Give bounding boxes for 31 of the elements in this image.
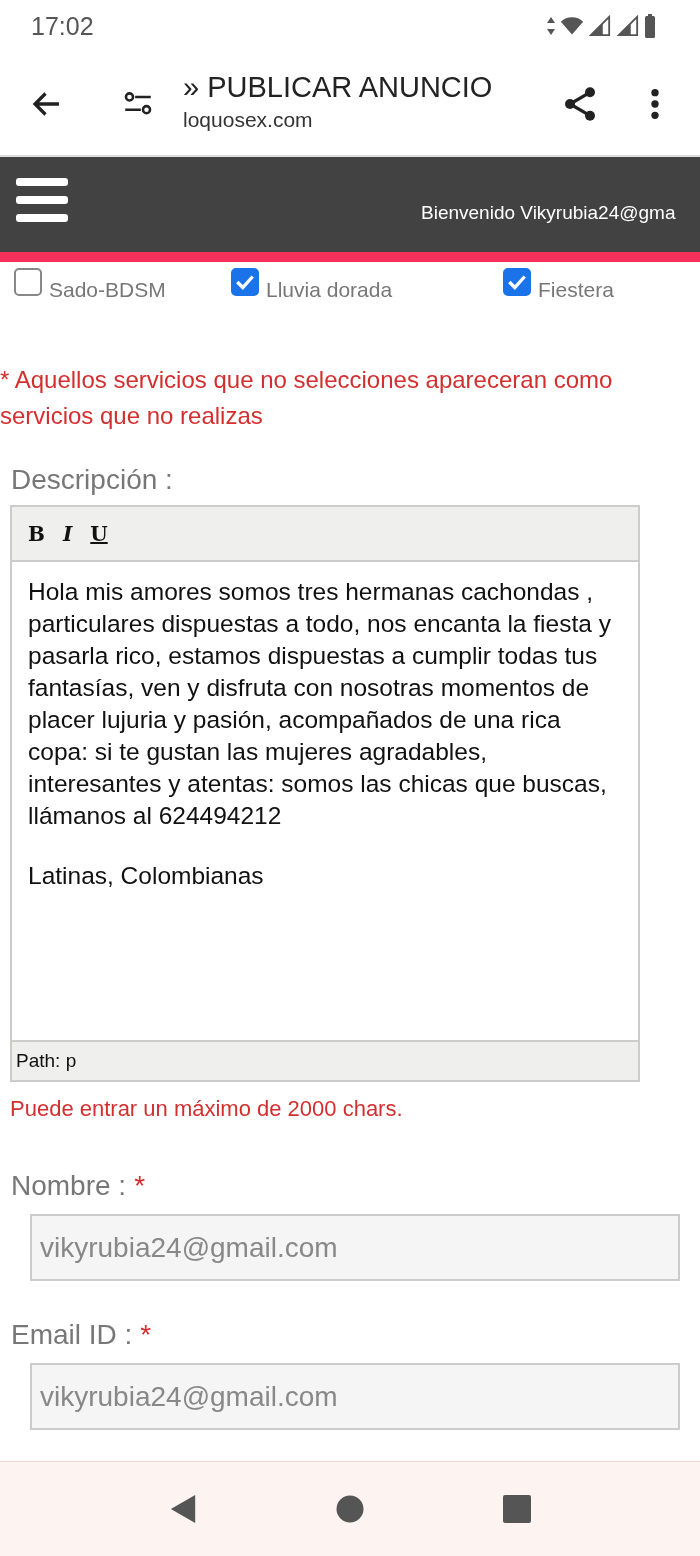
checkbox[interactable] (503, 268, 531, 296)
more-menu-icon[interactable] (650, 86, 660, 121)
bold-button[interactable]: B (26, 521, 47, 546)
wifi-icon (560, 15, 584, 37)
paragraph: Hola mis amores somos tres hermanas cachondas , particulares dispuestas a todo, nos encanta la fiesta y pasarla rico, estamos dispuestas a cumplir todas tus fantasías, ven y disfruta con nosotras momentos de placer lujuria y pasión, acompañados de una rica copa: si te gustan las mujeres agradables, interesantes y atentas: somos las chicas que buscas, llámanos al 624494212 (28, 577, 612, 831)
menu-icon[interactable] (16, 177, 68, 222)
warning-text: * Aquellos servicios que no selecciones apareceran como servicios que no realizas (0, 365, 614, 431)
field-label: Email ID : (11, 1319, 133, 1350)
limit-note: Puede entrar un máximo de 2000 chars. (10, 1096, 404, 1122)
checkbox[interactable] (231, 268, 259, 296)
field-label: Descripción : (11, 464, 174, 496)
underline-button[interactable]: U (88, 521, 110, 546)
page-title: » PUBLICAR ANUNCIO (183, 71, 494, 104)
field-label: Nombre : (11, 1170, 127, 1201)
home-circle-icon[interactable] (335, 1494, 365, 1524)
welcome-text: Bienvenido Vikyrubia24@gma (421, 201, 676, 224)
signal-icon (616, 15, 640, 37)
checkbox-label: Fiestera (538, 278, 614, 302)
signal-icon (588, 15, 612, 37)
required-mark: * (140, 1319, 152, 1350)
recents-square-icon[interactable] (502, 1494, 532, 1524)
page-domain: loquosex.com (183, 108, 314, 132)
required-mark: * (134, 1170, 146, 1201)
italic-button[interactable]: I (60, 521, 75, 546)
clock-time: 17:02 (31, 11, 94, 41)
checkbox-label: Sado-BDSM (49, 278, 166, 302)
paragraph: Latinas, Colombianas (28, 861, 265, 891)
checkbox-label: Lluvia dorada (266, 278, 393, 302)
checkbox[interactable] (14, 268, 42, 296)
editor-path-bar: Path: p (12, 1040, 638, 1080)
battery-icon (644, 14, 656, 38)
